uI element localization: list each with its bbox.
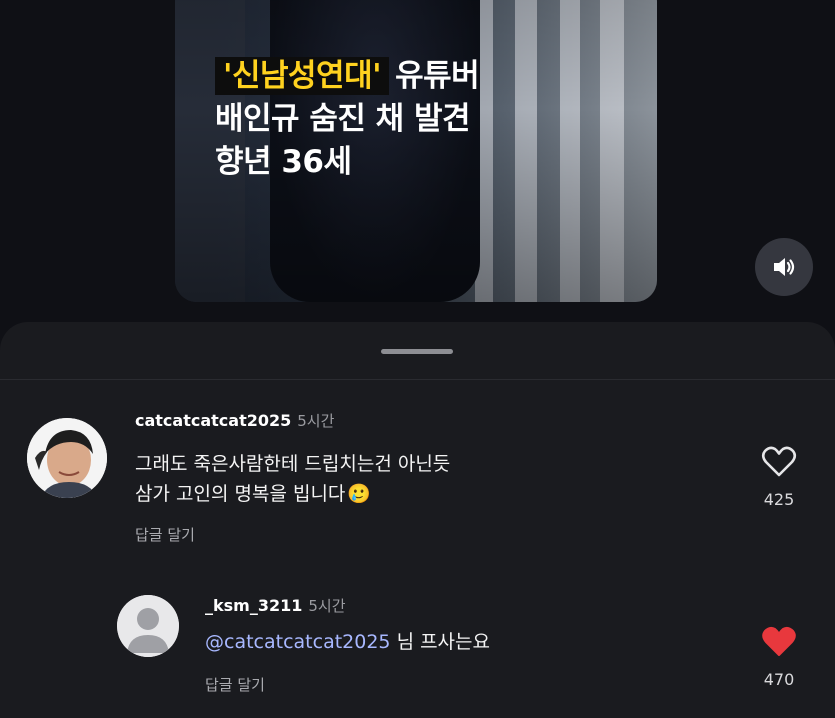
avatar[interactable] [27, 418, 107, 498]
comment-username[interactable]: catcatcatcat2025 5시간 [135, 410, 334, 431]
comment-text-line-1: 그래도 죽은사람한테 드립치는건 아닌듯 [135, 453, 451, 475]
reply-button[interactable]: 답글 달기 [205, 674, 265, 695]
like-count: 425 [763, 490, 795, 509]
username-text: _ksm_3211 [205, 596, 303, 615]
comment-text-body: 님 프사는요 [396, 631, 491, 653]
mention-link[interactable]: @catcatcatcat2025 [205, 631, 391, 653]
username-text: catcatcatcat2025 [135, 411, 292, 430]
comment-username[interactable]: _ksm_3211 5시간 [205, 595, 346, 616]
reply-button[interactable]: 답글 달기 [135, 524, 195, 545]
speaker-volume-icon [774, 258, 795, 276]
default-avatar-icon [117, 595, 179, 657]
sheet-drag-handle[interactable] [381, 349, 453, 354]
video-area: '신남성연대' 유튜버 배인규 숨진 채 발견 향년 36세 [0, 0, 835, 330]
like-button[interactable]: 470 [754, 626, 804, 689]
video-headline: '신남성연대' 유튜버 배인규 숨진 채 발견 향년 36세 [215, 55, 480, 184]
headline-line-1-text: 유튜버 [395, 58, 480, 94]
comment-text: 그래도 죽은사람한테 드립치는건 아닌듯 삼가 고인의 명복을 빕니다 🥲 [135, 449, 450, 509]
heart-outline-icon [761, 446, 797, 477]
comments-sheet: catcatcatcat2025 5시간 그래도 죽은사람한테 드립치는건 아닌듯… [0, 322, 835, 718]
like-button[interactable]: 425 [754, 446, 804, 509]
emoji-crying-smile: 🥲 [347, 483, 372, 505]
comment-time: 5시간 [297, 412, 335, 430]
divider [0, 379, 835, 380]
volume-button[interactable] [755, 238, 813, 296]
headline-line-3: 향년 36세 [215, 144, 352, 180]
headline-line-1: '신남성연대' 유튜버 [215, 55, 480, 98]
comment-text: @catcatcatcat2025 님 프사는요 [205, 627, 490, 657]
like-count: 470 [763, 670, 795, 689]
headline-line-2: 배인규 숨진 채 발견 [215, 101, 471, 137]
heart-filled-icon [762, 626, 796, 656]
comment-time: 5시간 [308, 597, 346, 615]
profile-photo [27, 418, 107, 498]
avatar[interactable] [117, 595, 179, 657]
comment-text-line-2: 삼가 고인의 명복을 빕니다 [135, 483, 346, 505]
headline-tag: '신남성연대' [215, 57, 390, 95]
